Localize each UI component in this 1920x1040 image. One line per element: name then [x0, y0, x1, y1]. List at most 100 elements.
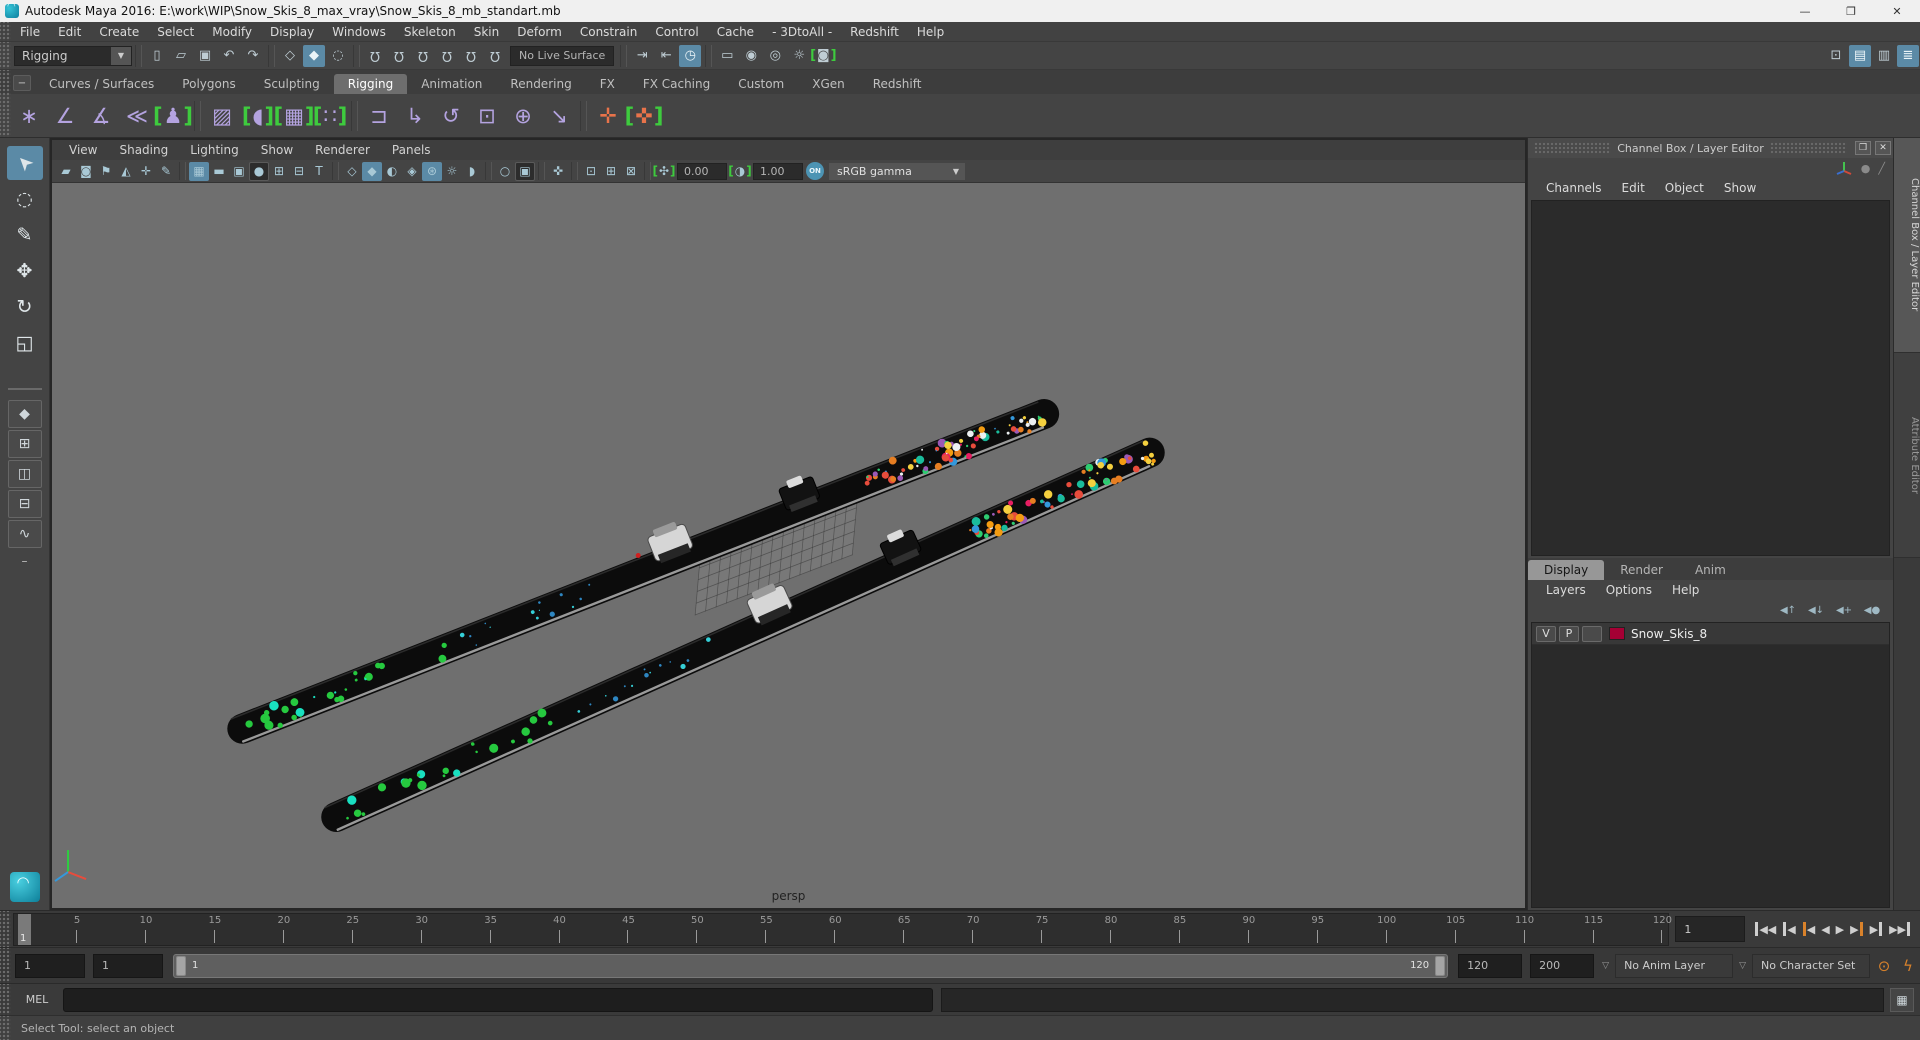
safe-title-icon[interactable]: T: [309, 162, 329, 181]
shelf-tab-redshift[interactable]: Redshift: [859, 74, 936, 94]
menu-display[interactable]: Display: [261, 22, 323, 42]
menu-file[interactable]: File: [11, 22, 49, 42]
select-by-component-icon[interactable]: ◌: [327, 45, 349, 67]
current-frame-marker[interactable]: 1: [18, 913, 31, 945]
range-end-handle[interactable]: [1435, 955, 1446, 976]
layer-row[interactable]: V P Snow_Skis_8: [1532, 623, 1889, 646]
shelf-tab-fx-caching[interactable]: FX Caching: [629, 74, 724, 94]
ik-handle-tool-icon[interactable]: ∠: [48, 99, 82, 133]
isolate-add-selected-icon[interactable]: ⊞: [601, 162, 621, 181]
shelf-tab-sculpting[interactable]: Sculpting: [250, 74, 334, 94]
current-time-field[interactable]: 1: [1675, 916, 1746, 942]
shelf-tab-rigging[interactable]: Rigging: [333, 74, 408, 94]
layout-persp-outliner[interactable]: ⊟: [7, 490, 42, 518]
smooth-shade-display-icon[interactable]: ◆: [362, 161, 382, 181]
shelf-tab-rendering[interactable]: Rendering: [496, 74, 585, 94]
live-surface-field[interactable]: No Live Surface: [510, 45, 615, 66]
set-driven-key-icon[interactable]: ✛: [591, 99, 625, 133]
multisample-aa-icon[interactable]: ▣: [515, 161, 535, 181]
isolate-remove-selected-icon[interactable]: ⊠: [621, 162, 641, 181]
panel-menu-lighting[interactable]: Lighting: [179, 143, 250, 157]
menu-select[interactable]: Select: [148, 22, 203, 42]
ipr-render-icon[interactable]: ◎: [764, 45, 786, 67]
menu--3dtoall-[interactable]: - 3DtoAll -: [763, 22, 841, 42]
panel-drag-handle[interactable]: [1534, 142, 1612, 154]
status-line-grip[interactable]: [0, 42, 11, 69]
shelf-tab-polygons[interactable]: Polygons: [168, 74, 249, 94]
menu-windows[interactable]: Windows: [323, 22, 395, 42]
playback-start-field[interactable]: 1: [93, 953, 163, 978]
command-line-grip[interactable]: [0, 984, 11, 1015]
select-by-object-icon[interactable]: ◆: [303, 44, 325, 67]
layout-single-pane[interactable]: ◆: [7, 400, 42, 428]
quick-rig-icon[interactable]: ♟: [156, 99, 190, 133]
panel-menu-view[interactable]: View: [58, 143, 108, 157]
construction-history-icon[interactable]: ◷: [679, 44, 702, 67]
resolution-gate-icon[interactable]: ▣: [229, 162, 249, 181]
time-slider-track[interactable]: 1 5 10 15 20 25 30 35 40 45 50 55 60 65 70 75 80 85 90 95 1…: [13, 912, 1672, 946]
layer-menu-options[interactable]: Options: [1596, 583, 1662, 597]
input-connections-icon[interactable]: ⇥: [631, 45, 653, 67]
redshift-render-view-icon[interactable]: ◙: [812, 45, 834, 67]
float-panel-icon[interactable]: ❒: [1855, 141, 1871, 155]
layer-menu-help[interactable]: Help: [1662, 583, 1709, 597]
viewport-canvas[interactable]: persp: [52, 183, 1525, 908]
layer-editor-tab-anim[interactable]: Anim: [1679, 560, 1742, 580]
restore-button[interactable]: ❐: [1828, 0, 1874, 22]
hik-control-icon[interactable]: ✜: [627, 99, 661, 133]
open-scene-icon[interactable]: ▱: [170, 45, 192, 67]
time-slider-grip[interactable]: [0, 911, 11, 947]
undo-icon[interactable]: ↶: [218, 45, 240, 67]
show-grid-icon[interactable]: ▦: [189, 161, 209, 181]
rotate-tool[interactable]: ↻: [7, 290, 43, 324]
menu-modify[interactable]: Modify: [203, 22, 261, 42]
isolate-view-selected-icon[interactable]: ⊡: [581, 162, 601, 181]
step-forward-frame-button[interactable]: ▶: [1867, 916, 1886, 942]
character-set-dropdown[interactable]: No Character Set: [1752, 953, 1870, 978]
hyperbolic-control-icon[interactable]: ╱: [1878, 162, 1885, 175]
range-slider-grip[interactable]: [0, 948, 11, 983]
move-layer-up-icon[interactable]: ◀↑: [1778, 602, 1798, 618]
shelf-menu-button[interactable]: −: [13, 75, 31, 91]
snap-to-view-plane-icon[interactable]: Ω: [460, 45, 482, 67]
joint-tool-icon[interactable]: ∗: [12, 99, 46, 133]
make-live-icon[interactable]: Ω: [484, 45, 506, 67]
toggle-display-layers-icon[interactable]: ≣: [1897, 44, 1919, 67]
field-chart-icon[interactable]: ⊞: [269, 162, 289, 181]
lasso-select-tool[interactable]: ◌: [7, 182, 43, 216]
point-constraint-icon[interactable]: ↳: [398, 99, 432, 133]
layout-persp-graph[interactable]: ∿: [7, 520, 42, 548]
lattice-deformer-icon[interactable]: ▦: [277, 99, 311, 133]
render-settings-icon[interactable]: ☼: [788, 45, 810, 67]
shadows-icon[interactable]: ☼: [442, 162, 462, 181]
speed-control-icon[interactable]: ●: [1861, 162, 1871, 175]
shelf-icons-grip[interactable]: [0, 94, 11, 137]
select-tool[interactable]: ➤: [6, 146, 43, 180]
mirror-joint-icon[interactable]: ≪: [120, 99, 154, 133]
create-empty-layer-icon[interactable]: ◀+: [1834, 602, 1854, 618]
panel-menu-shading[interactable]: Shading: [108, 143, 179, 157]
side-tab-attribute-editor[interactable]: Attribute Editor: [1894, 353, 1920, 558]
maya-logo-button[interactable]: [9, 872, 40, 902]
play-backwards-button[interactable]: ◀: [1818, 916, 1832, 942]
panel-menu-renderer[interactable]: Renderer: [304, 143, 381, 157]
output-connections-icon[interactable]: ⇤: [655, 45, 677, 67]
animation-start-field[interactable]: 1: [15, 953, 85, 978]
scale-constraint-icon[interactable]: ⊡: [470, 99, 504, 133]
image-plane-icon[interactable]: ◭: [116, 162, 136, 181]
mel-toggle[interactable]: MEL: [11, 993, 63, 1006]
channel-box-menu-edit[interactable]: Edit: [1612, 181, 1655, 195]
layer-color-swatch[interactable]: [1609, 627, 1625, 641]
step-forward-key-button[interactable]: ▶: [1847, 916, 1866, 942]
shelf-grip[interactable]: [0, 70, 11, 94]
select-by-hierarchy-icon[interactable]: ◇: [279, 45, 301, 67]
isolate-select-icon[interactable]: ✜: [548, 162, 568, 181]
help-line-grip[interactable]: [0, 1016, 11, 1040]
pole-vector-constraint-icon[interactable]: ↘: [542, 99, 576, 133]
layout-two-panes-side[interactable]: ◫: [7, 460, 42, 488]
contrast-field[interactable]: 1.00: [753, 162, 803, 180]
safe-action-icon[interactable]: ⊟: [289, 162, 309, 181]
toggle-channel-box-icon[interactable]: ▤: [1849, 44, 1871, 67]
film-gate-icon[interactable]: ▬: [209, 162, 229, 181]
menu-skin[interactable]: Skin: [465, 22, 509, 42]
